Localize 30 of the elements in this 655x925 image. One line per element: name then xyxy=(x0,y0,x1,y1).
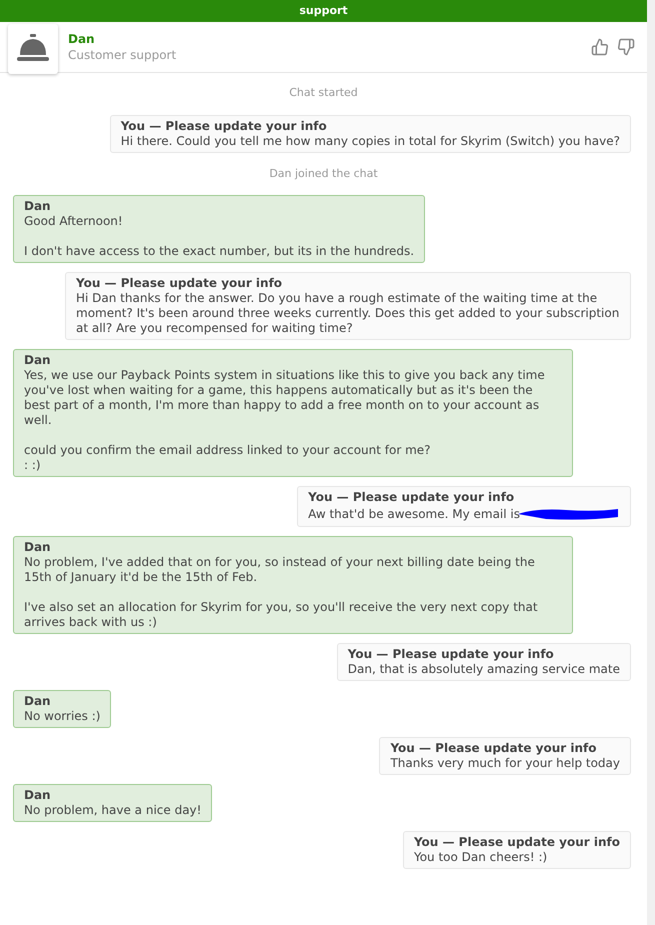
sender-name: You — Please update your info xyxy=(120,118,328,134)
sender-name: You — Please update your info xyxy=(76,276,284,291)
agent-name: Dan xyxy=(68,31,96,47)
sender-name: Dan xyxy=(24,694,52,709)
sender-name: Dan xyxy=(24,353,52,368)
sender-name: Dan xyxy=(24,788,52,803)
system-notice: Chat started xyxy=(289,85,358,101)
message-text: Hi there. Could you tell me how many copies in total for Skyrim (Switch) you have? xyxy=(120,134,620,148)
message-text: Aw that'd be awesome. My email is xyxy=(308,506,520,522)
thumbs-up-button[interactable] xyxy=(591,38,609,56)
sender-name: You — Please update your info xyxy=(348,647,555,662)
message-text: Dan, that is absolutely amazing service mate xyxy=(348,662,620,677)
sender-name: You — Please update your info xyxy=(308,490,516,505)
sender-name: Dan xyxy=(24,199,52,214)
system-notice: Dan joined the chat xyxy=(269,166,378,182)
agent-role: Customer support xyxy=(68,47,176,63)
scrollbar[interactable] xyxy=(647,0,655,925)
message-text: Yes, we use our Payback Points system in situations like this to give you back any time you've lost when waiting for a game, this happens automatically but as it's been the best part of a month, I'm more than happy to add a free month on to your account as well. could you confirm the email address linked to your account for me? : :) xyxy=(24,368,546,473)
sender-name: Dan xyxy=(24,540,52,555)
message-text: No problem, have a nice day! xyxy=(24,803,202,818)
message-text: Good Afternoon! I don't have access to the exact number, but its in the hundreds. xyxy=(24,214,414,259)
sender-name: You — Please update your info xyxy=(390,741,598,756)
message-text: No worries :) xyxy=(24,709,100,724)
thumbs-down-button[interactable] xyxy=(617,38,635,56)
message-text: No problem, I've added that on for you, so instead of your next billing date being the 15th of January it'd be the 15th of Feb. I've also set an allocation for Skyrim for you, so you'll receive the very next copy that arrives back with us :) xyxy=(24,555,539,630)
title-text: support xyxy=(299,2,348,19)
message-text: You too Dan cheers! :) xyxy=(414,850,548,865)
message-text: Thanks very much for your help today xyxy=(390,756,620,771)
message-text: Hi Dan thanks for the answer. Do you have a rough estimate of the waiting time at the moment? It's been around three weeks currently. Does this get added to your subscription at all? Are you recompensed for waiting time? xyxy=(76,291,620,336)
sender-name: You — Please update your info xyxy=(414,835,620,850)
